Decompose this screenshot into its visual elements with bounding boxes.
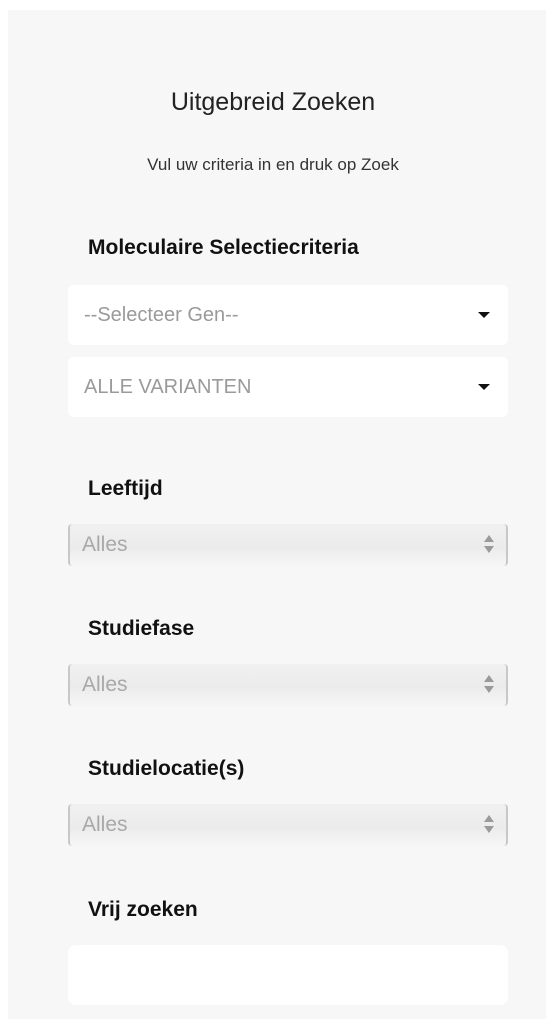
- gene-select-value: --Selecteer Gen--: [84, 304, 239, 326]
- free-search-input[interactable]: [68, 945, 508, 1005]
- gene-select[interactable]: --Selecteer Gen--: [68, 285, 508, 345]
- variant-select-value: ALLE VARIANTEN: [84, 376, 252, 398]
- study-phase-select-value: Alles: [82, 673, 128, 696]
- page-title: Uitgebreid Zoeken: [170, 88, 376, 116]
- caret-down-icon: [478, 384, 490, 390]
- study-location-select[interactable]: Alles: [68, 804, 508, 846]
- updown-stepper-icon: [484, 533, 494, 557]
- age-select-value: Alles: [82, 533, 128, 556]
- study-location-select-value: Alles: [82, 813, 128, 836]
- caret-down-icon: [478, 312, 490, 318]
- updown-stepper-icon: [484, 813, 494, 837]
- age-label: Leeftijd: [88, 477, 163, 500]
- study-phase-label: Studiefase: [88, 617, 195, 640]
- study-phase-select[interactable]: Alles: [68, 664, 508, 706]
- updown-stepper-icon: [484, 673, 494, 697]
- variant-select[interactable]: ALLE VARIANTEN: [68, 357, 508, 417]
- study-location-label: Studielocatie(s): [88, 757, 245, 780]
- molecular-criteria-label: Moleculaire Selectiecriteria: [88, 236, 359, 259]
- page-subtitle: Vul uw criteria in en druk op Zoek: [147, 155, 399, 174]
- free-search-label: Vrij zoeken: [88, 898, 198, 921]
- age-select[interactable]: Alles: [68, 524, 508, 566]
